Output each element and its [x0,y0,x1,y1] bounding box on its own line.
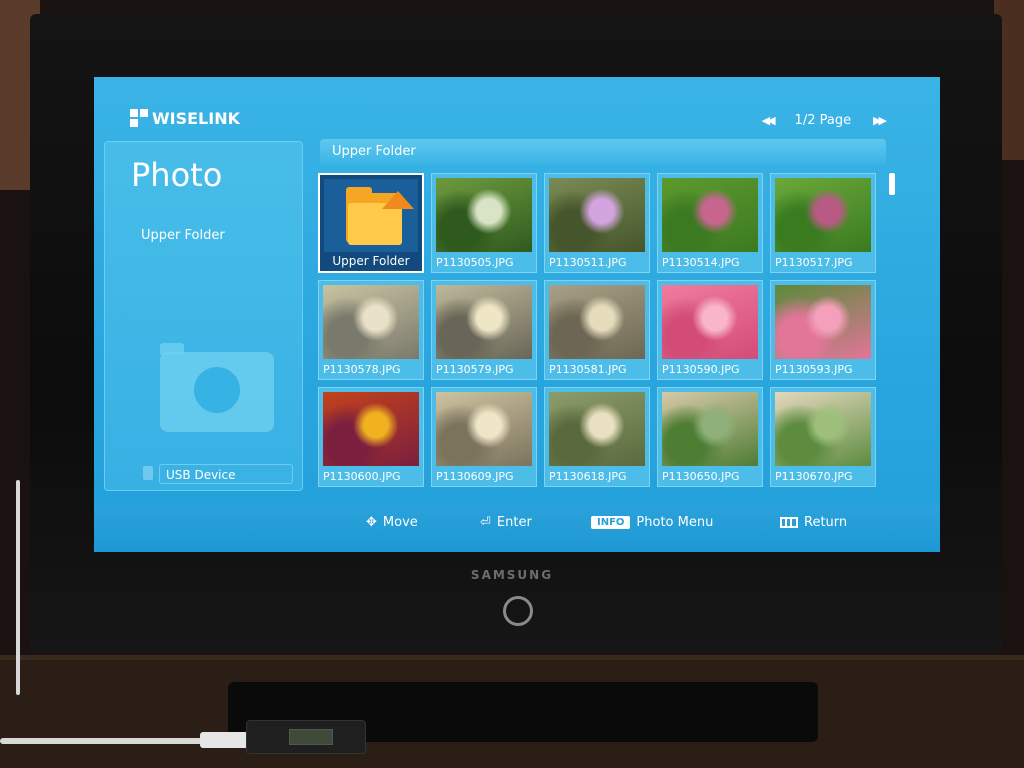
info-key-icon: INFO [591,516,631,529]
photo-tile[interactable]: P1130670.JPG [770,387,876,487]
enter-icon: ⏎ [480,515,491,530]
logo-text: WISELINK [152,108,240,128]
photo-thumbnail [662,178,758,252]
hint-move-label: Move [382,515,418,530]
cable [16,480,20,695]
tile-caption: P1130593.JPG [775,363,853,376]
hint-info: INFO Photo Menu [591,515,713,530]
photo-tile[interactable]: P1130505.JPG [431,173,537,273]
move-icon: ✥ [366,515,377,530]
photo-tile[interactable]: P1130578.JPG [318,280,424,380]
photo-tile[interactable]: P1130618.JPG [544,387,650,487]
prev-page-icon[interactable]: ◀◀ [762,114,776,127]
photo-thumbnail [775,392,871,466]
bottom-hint-bar: ✥ Move ⏎ Enter INFO Photo Menu Return [94,505,940,552]
photo-tile[interactable]: P1130600.JPG [318,387,424,487]
photo-thumbnail [549,178,645,252]
tile-caption: P1130590.JPG [662,363,740,376]
usb-cable [0,738,210,744]
photo-tile[interactable]: P1130517.JPG [770,173,876,273]
tv-screen: WISELINK ◀◀ 1/2 Page ▶▶ Photo Upper Fold… [94,77,940,552]
photo-thumbnail [323,285,419,359]
tile-caption: P1130618.JPG [549,470,627,483]
scrollbar-thumb[interactable] [889,173,895,195]
upper-folder-tile[interactable]: Upper Folder [318,173,424,273]
tile-caption: P1130600.JPG [323,470,401,483]
hint-move: ✥ Move [366,515,418,530]
tile-caption: P1130511.JPG [549,256,627,269]
tile-caption: P1130514.JPG [662,256,740,269]
photo-thumbnail [775,178,871,252]
tile-caption: P1130609.JPG [436,470,514,483]
current-folder-label: Upper Folder [141,228,225,243]
photo-thumbnail [323,392,419,466]
photo-tile[interactable]: P1130609.JPG [431,387,537,487]
tile-caption: P1130581.JPG [549,363,627,376]
photo-tile[interactable]: P1130650.JPG [657,387,763,487]
photo-thumbnail [436,392,532,466]
usb-plug [200,732,248,748]
return-icon [780,517,798,528]
folder-up-icon [324,179,418,253]
hint-enter-label: Enter [496,515,532,530]
hint-return-label: Return [804,515,848,530]
hint-photo-menu-label: Photo Menu [636,515,714,530]
tv-brand-label: SAMSUNG [470,568,554,582]
next-page-icon[interactable]: ▶▶ [873,114,887,127]
photo-tile[interactable]: P1130581.JPG [544,280,650,380]
tile-caption: P1130578.JPG [323,363,401,376]
photo-thumbnail [662,392,758,466]
wiselink-logo-icon [130,109,148,127]
photo-tile[interactable]: P1130514.JPG [657,173,763,273]
hint-enter: ⏎ Enter [480,515,532,530]
tile-caption: Upper Folder [320,252,422,271]
photo-thumbnail [436,285,532,359]
camera-lens-icon [194,367,240,413]
tile-caption: P1130670.JPG [775,470,853,483]
photo-tile[interactable]: P1130579.JPG [431,280,537,380]
photo-tile[interactable]: P1130590.JPG [657,280,763,380]
wiselink-logo: WISELINK [130,107,240,129]
page-indicator: 1/2 Page [794,113,852,128]
photo-tile[interactable]: P1130511.JPG [544,173,650,273]
usb-device-icon [143,466,153,480]
section-title: Photo [131,156,223,194]
tile-caption: P1130650.JPG [662,470,740,483]
photo-thumbnail [662,285,758,359]
photo-thumbnail [549,285,645,359]
usb-media-player [246,720,366,754]
left-panel: Photo Upper Folder USB Device [104,141,303,491]
photo-thumbnail [775,285,871,359]
hint-return: Return [780,515,847,530]
usb-device-label[interactable]: USB Device [159,464,293,484]
usb-player-screen [289,729,333,745]
photo-tile[interactable]: P1130593.JPG [770,280,876,380]
tile-caption: P1130579.JPG [436,363,514,376]
pager: ◀◀ 1/2 Page ▶▶ [762,113,887,128]
tv-power-button[interactable] [503,596,533,626]
breadcrumb: Upper Folder [320,139,886,165]
photo-thumbnail [436,178,532,252]
tile-caption: P1130505.JPG [436,256,514,269]
photo-thumbnail [549,392,645,466]
tile-caption: P1130517.JPG [775,256,853,269]
